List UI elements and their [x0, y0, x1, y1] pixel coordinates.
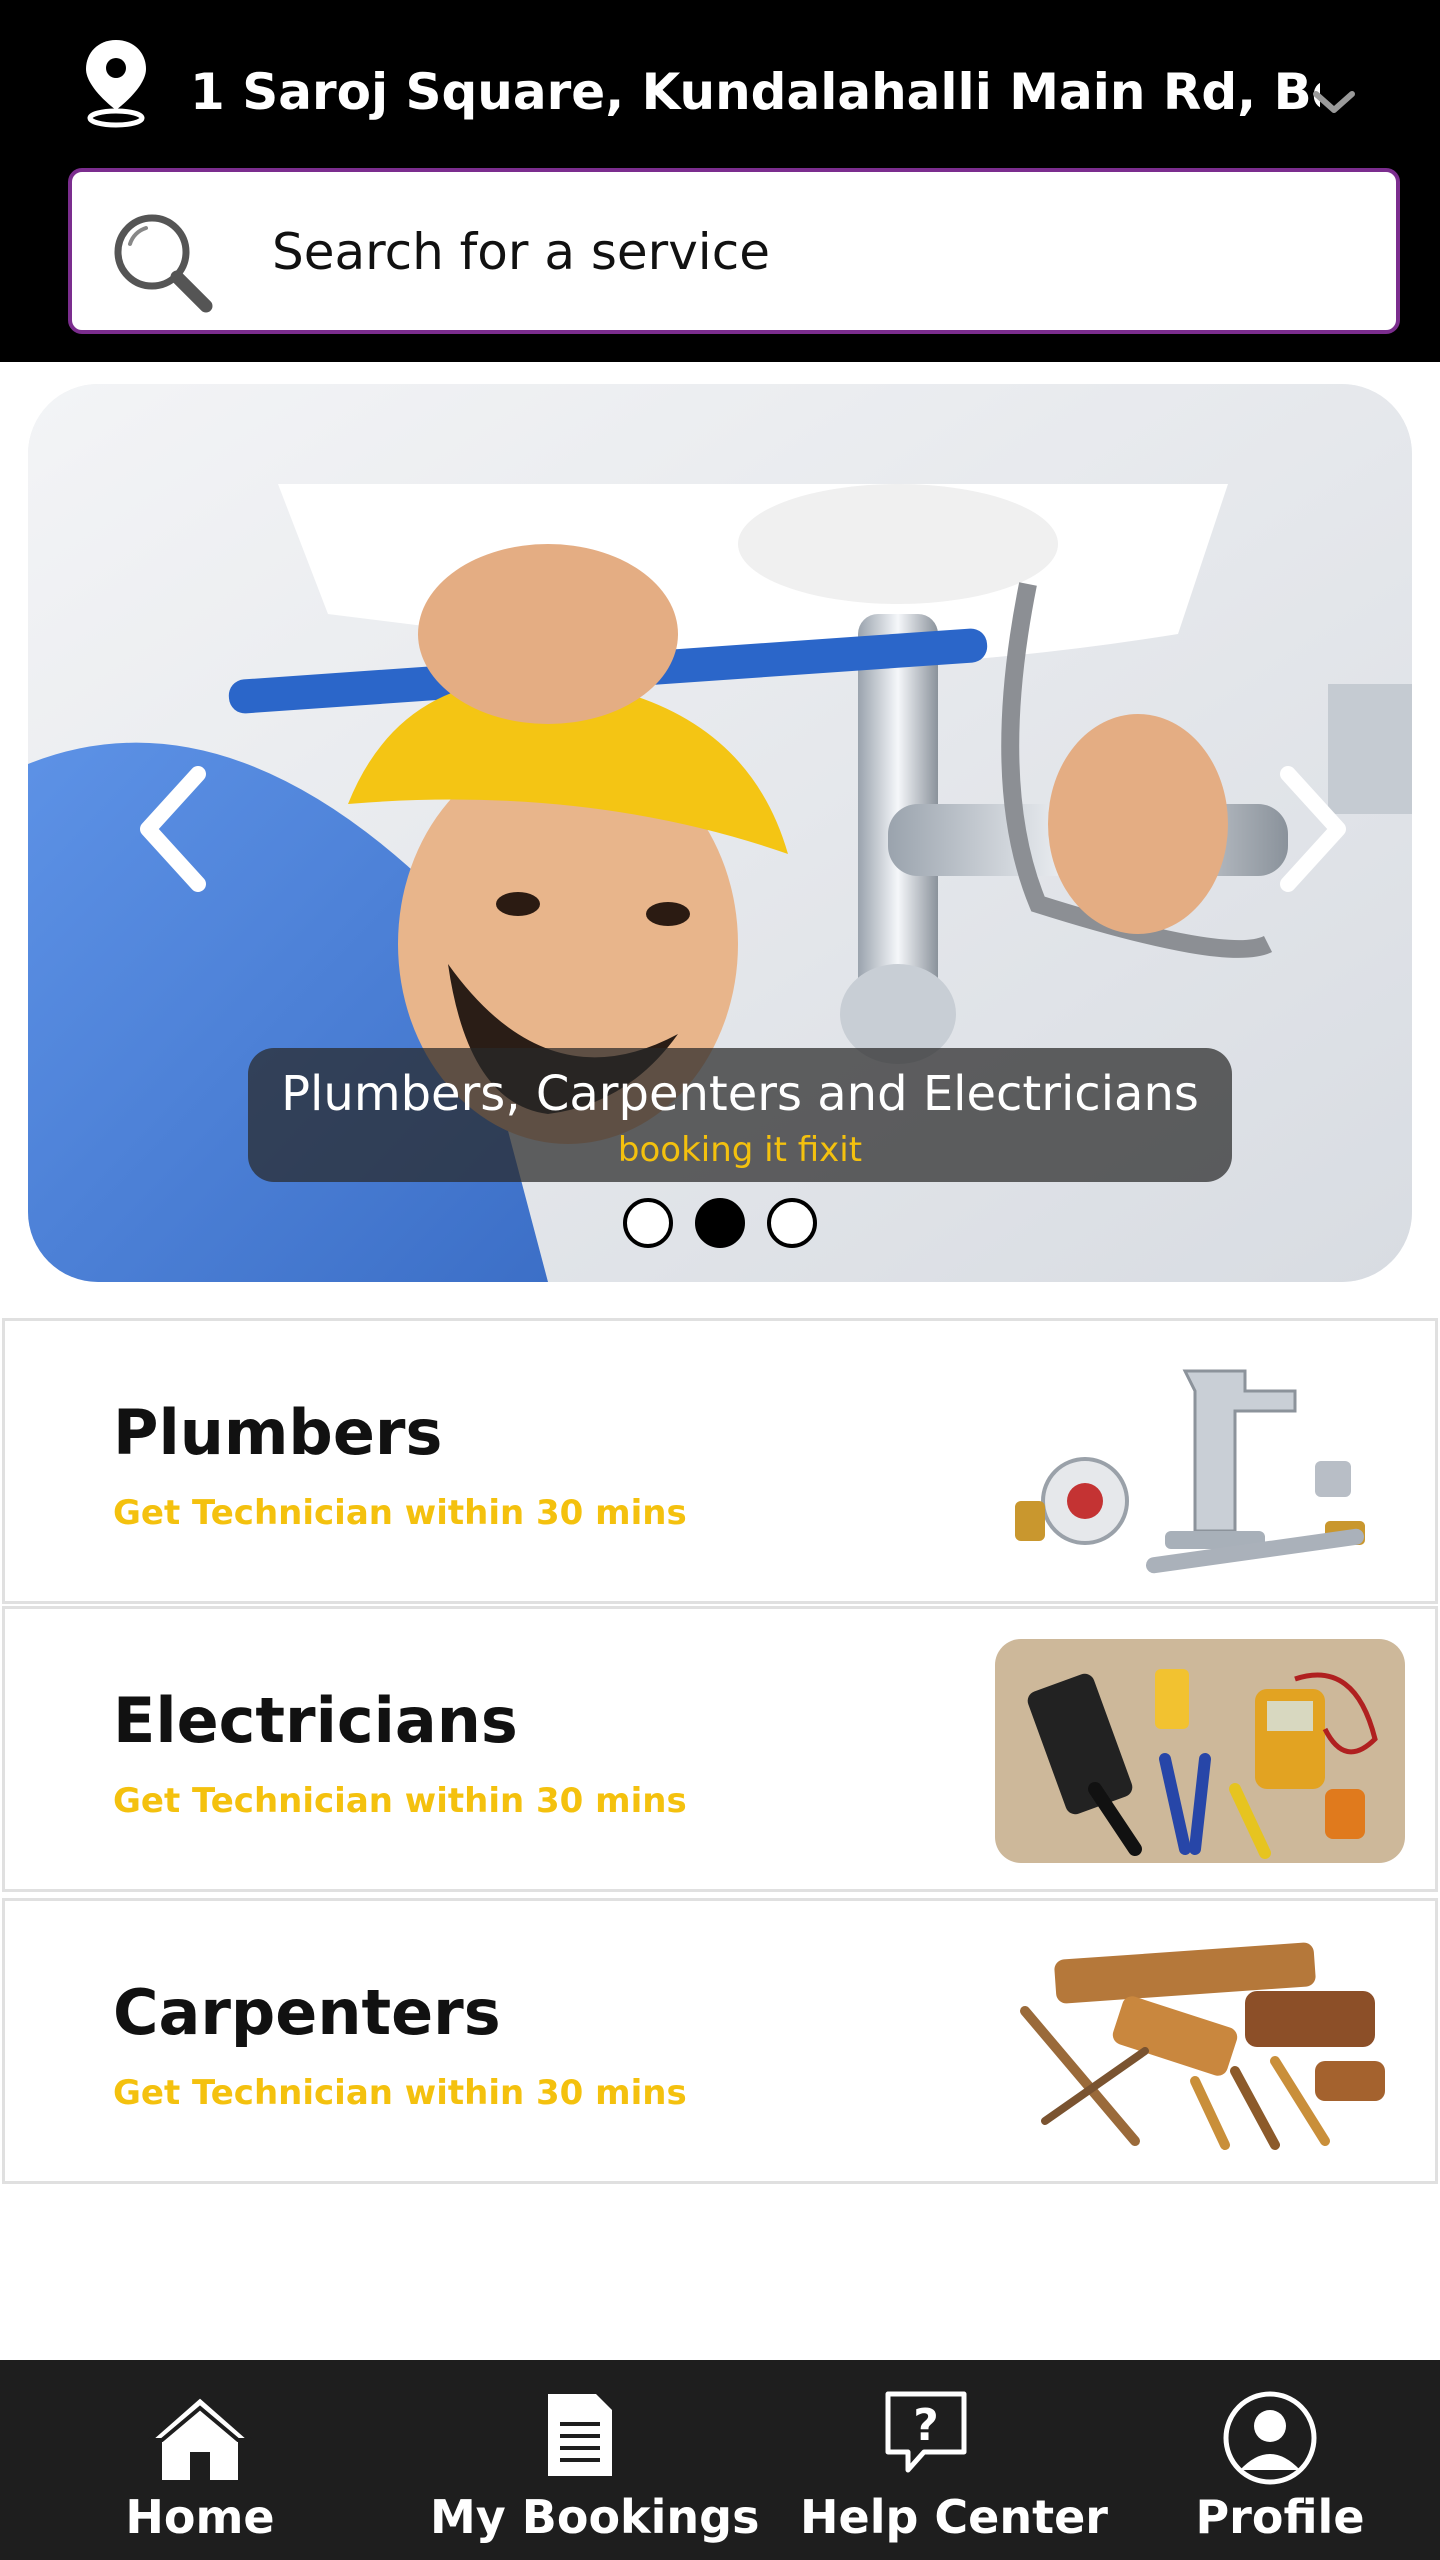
- nav-home[interactable]: Home: [100, 2360, 300, 2560]
- delivery-address[interactable]: 1 Saroj Square, Kundalahalli Main Rd, Be…: [190, 52, 1320, 132]
- chevron-down-icon[interactable]: [1308, 84, 1360, 120]
- carpentry-tools-image: [995, 1931, 1405, 2155]
- nav-label: Help Center: [800, 2490, 1108, 2544]
- nav-label: Profile: [1195, 2490, 1365, 2544]
- hero-carousel[interactable]: Plumbers, Carpenters and Electricians bo…: [28, 384, 1412, 1282]
- service-card-plumbers[interactable]: Plumbers Get Technician within 30 mins: [2, 1318, 1438, 1604]
- carousel-caption: Plumbers, Carpenters and Electricians bo…: [248, 1048, 1232, 1182]
- nav-my-bookings[interactable]: My Bookings: [430, 2360, 760, 2560]
- bottom-navigation: Home My Bookings ? Help Center Profile: [0, 2360, 1440, 2560]
- search-icon: [114, 214, 213, 313]
- home-icon: [146, 2393, 254, 2480]
- location-pin-icon: [86, 40, 146, 128]
- electrical-tools-image: [995, 1639, 1405, 1863]
- nav-label: My Bookings: [430, 2490, 760, 2544]
- carousel-next-icon[interactable]: [1268, 754, 1358, 904]
- service-name: Carpenters: [113, 1976, 501, 2049]
- location-selector[interactable]: 1 Saroj Square, Kundalahalli Main Rd, Be…: [0, 0, 1440, 160]
- service-eta: Get Technician within 30 mins: [113, 1781, 687, 1821]
- carousel-prev-icon[interactable]: [128, 754, 218, 904]
- nav-help-center[interactable]: ? Help Center: [800, 2360, 1108, 2560]
- carousel-dot-3[interactable]: [767, 1198, 817, 1248]
- service-eta: Get Technician within 30 mins: [113, 2073, 687, 2113]
- header: 1 Saroj Square, Kundalahalli Main Rd, Be…: [0, 0, 1440, 362]
- plumbing-tools-image: [995, 1351, 1405, 1575]
- help-icon: ?: [885, 2391, 967, 2473]
- nav-profile[interactable]: Profile: [1180, 2360, 1380, 2560]
- service-card-carpenters[interactable]: Carpenters Get Technician within 30 mins: [2, 1898, 1438, 2184]
- home-screen: 1 Saroj Square, Kundalahalli Main Rd, Be…: [0, 0, 1440, 2560]
- svg-text:?: ?: [913, 2400, 939, 2451]
- search-input[interactable]: [272, 200, 1372, 304]
- carousel-dot-2[interactable]: [695, 1198, 745, 1248]
- bookings-icon: [548, 2394, 612, 2476]
- profile-icon: [1223, 2391, 1317, 2485]
- carousel-dot-1[interactable]: [623, 1198, 673, 1248]
- service-eta: Get Technician within 30 mins: [113, 1493, 687, 1533]
- search-bar[interactable]: [68, 168, 1400, 334]
- carousel-title: Plumbers, Carpenters and Electricians: [281, 1066, 1199, 1122]
- service-name: Plumbers: [113, 1396, 443, 1469]
- carousel-indicators: [623, 1198, 823, 1250]
- service-name: Electricians: [113, 1684, 518, 1757]
- nav-label: Home: [125, 2490, 275, 2544]
- service-card-electricians[interactable]: Electricians Get Technician within 30 mi…: [2, 1606, 1438, 1892]
- carousel-subtitle: booking it fixit: [617, 1130, 863, 1170]
